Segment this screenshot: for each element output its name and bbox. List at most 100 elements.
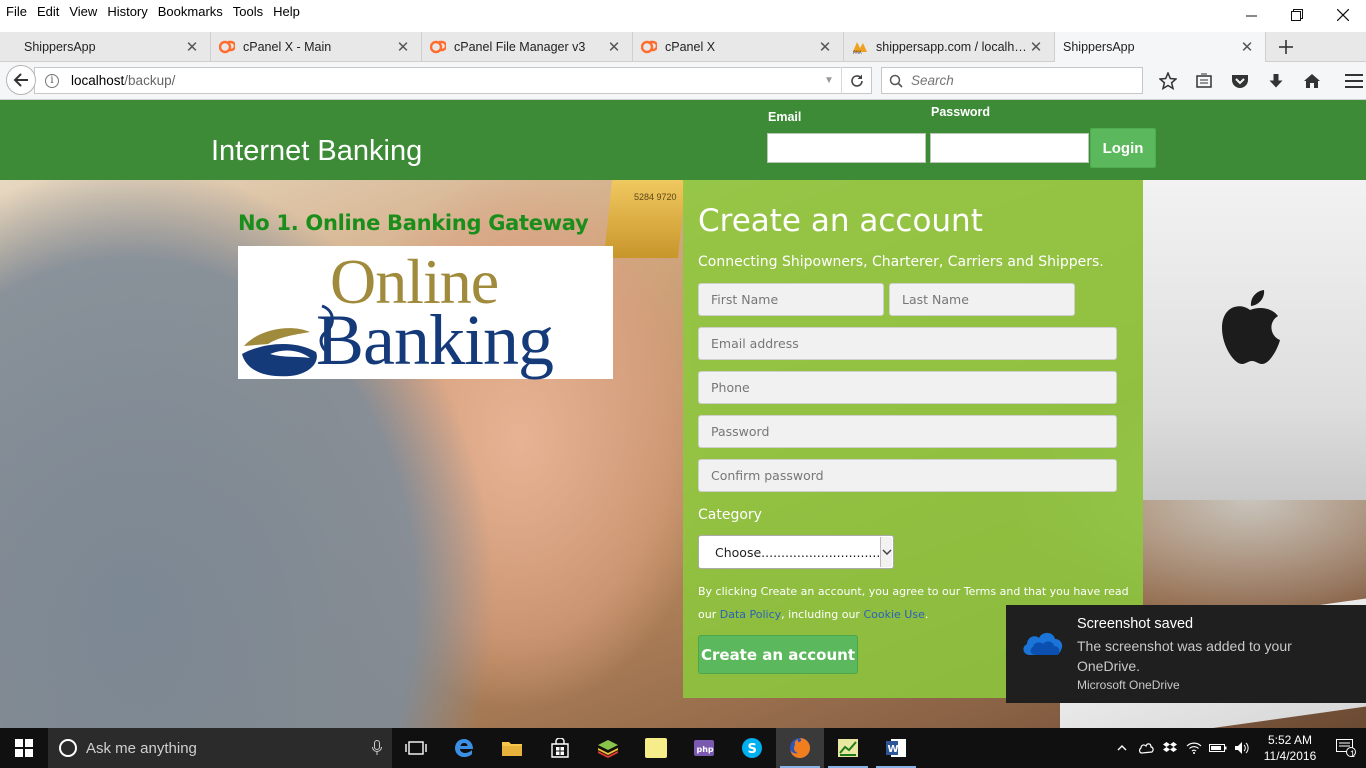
menu-file[interactable]: File — [0, 4, 32, 19]
tab-shippersapp-active[interactable]: ShippersApp ✕ — [1055, 32, 1266, 63]
windows-logo-icon — [15, 739, 33, 757]
confirm-password-input[interactable] — [698, 459, 1117, 492]
category-select[interactable]: Choose.............................. — [698, 535, 894, 569]
tab-phpmyadmin[interactable]: PMA shippersapp.com / localh… ✕ — [844, 32, 1055, 62]
hamburger-menu-icon[interactable] — [1336, 68, 1366, 94]
tab-label: cPanel X - Main — [243, 40, 332, 54]
logo-swoosh-icon — [242, 304, 334, 377]
task-view-button[interactable] — [392, 728, 440, 768]
menu-bookmarks[interactable]: Bookmarks — [153, 4, 228, 19]
taskbar-spreadsheet-app[interactable] — [824, 728, 872, 768]
tab-cpanel-x[interactable]: cPanel X ✕ — [633, 32, 844, 62]
menu-icon — [1345, 74, 1363, 88]
search-input[interactable] — [911, 73, 1131, 88]
minimize-icon — [1245, 15, 1257, 16]
volume-icon[interactable] — [1230, 728, 1254, 768]
first-name-input[interactable] — [698, 283, 884, 316]
tab-close-icon[interactable]: ✕ — [606, 38, 622, 56]
cookie-use-link[interactable]: Cookie Use — [863, 608, 924, 621]
taskbar-sticky-notes[interactable] — [632, 728, 680, 768]
taskbar-skype[interactable]: S — [728, 728, 776, 768]
login-password-input[interactable] — [930, 133, 1089, 163]
restore-button[interactable] — [1274, 0, 1320, 30]
url-dropdown-icon[interactable]: ▼ — [817, 75, 841, 86]
pocket-icon[interactable] — [1222, 68, 1258, 94]
create-account-button[interactable]: Create an account — [698, 635, 858, 674]
tab-close-icon[interactable]: ✕ — [1028, 38, 1044, 56]
window-controls — [1228, 0, 1366, 30]
svg-text:W: W — [888, 744, 899, 755]
login-email-input[interactable] — [767, 133, 926, 163]
url-text[interactable]: localhost/backup/ — [71, 73, 817, 88]
taskbar-php[interactable]: php — [680, 728, 728, 768]
reload-icon[interactable] — [841, 67, 871, 94]
cpanel-icon — [430, 40, 446, 54]
tab-shippersapp-1[interactable]: ShippersApp ✕ — [0, 32, 211, 62]
tab-cpanel-file-manager[interactable]: cPanel File Manager v3 ✕ — [422, 32, 633, 62]
reading-list-icon[interactable] — [1186, 68, 1222, 94]
password-input[interactable] — [698, 415, 1117, 448]
cortana-search-box[interactable]: Ask me anything — [48, 728, 392, 768]
system-tray: 5:52 AM 11/4/2016 1 — [1110, 728, 1366, 768]
onedrive-tray-icon[interactable] — [1134, 728, 1158, 768]
sticky-notes-icon — [645, 738, 667, 758]
clock-date: 11/4/2016 — [1263, 749, 1317, 763]
new-tab-button[interactable] — [1266, 32, 1306, 61]
tab-label: ShippersApp — [24, 40, 96, 54]
chevron-down-icon[interactable] — [880, 537, 892, 567]
task-view-icon — [405, 741, 427, 755]
login-button[interactable]: Login — [1090, 128, 1156, 168]
tab-close-icon[interactable]: ✕ — [395, 38, 411, 56]
taskbar-bluestacks[interactable] — [584, 728, 632, 768]
wifi-icon[interactable] — [1182, 728, 1206, 768]
back-button[interactable] — [6, 65, 36, 95]
data-policy-link[interactable]: Data Policy — [720, 608, 781, 621]
battery-icon[interactable] — [1206, 728, 1230, 768]
tab-close-icon[interactable]: ✕ — [184, 38, 200, 56]
search-icon — [889, 74, 903, 88]
download-arrow-icon — [1269, 74, 1283, 88]
microphone-icon[interactable] — [362, 740, 392, 756]
taskbar-clock[interactable]: 5:52 AM 11/4/2016 — [1254, 732, 1326, 764]
taskbar-edge[interactable] — [440, 728, 488, 768]
search-bar[interactable] — [881, 67, 1143, 94]
onedrive-cloud-icon — [1023, 632, 1063, 655]
plus-icon — [1279, 39, 1293, 54]
taskbar-word[interactable]: W — [872, 728, 920, 768]
last-name-input[interactable] — [889, 283, 1075, 316]
downloads-icon[interactable] — [1258, 68, 1294, 94]
info-icon[interactable]: i — [45, 73, 59, 88]
brand-title[interactable]: Internet Banking — [211, 135, 422, 168]
minimize-button[interactable] — [1228, 0, 1274, 30]
email-label: Email — [768, 110, 802, 124]
dropbox-tray-icon[interactable] — [1158, 728, 1182, 768]
pocket-glyph — [1232, 75, 1248, 88]
tab-cpanel-main[interactable]: cPanel X - Main ✕ — [211, 32, 422, 62]
taskbar-firefox[interactable] — [776, 728, 824, 768]
url-bar[interactable]: i localhost/backup/ ▼ — [34, 67, 872, 94]
close-window-button[interactable] — [1320, 0, 1366, 30]
action-center-button[interactable]: 1 — [1326, 728, 1366, 768]
firefox-icon — [790, 738, 810, 758]
menu-edit[interactable]: Edit — [32, 4, 64, 19]
cortana-placeholder: Ask me anything — [86, 739, 197, 757]
menu-help[interactable]: Help — [268, 4, 305, 19]
tagline: No 1. Online Banking Gateway — [238, 211, 589, 235]
start-button[interactable] — [0, 728, 48, 768]
taskbar-file-explorer[interactable] — [488, 728, 536, 768]
onedrive-notification[interactable]: Screenshot saved The screenshot was adde… — [1006, 605, 1366, 703]
tab-close-icon[interactable]: ✕ — [1239, 38, 1255, 56]
email-input[interactable] — [698, 327, 1117, 360]
menu-view[interactable]: View — [64, 4, 102, 19]
tray-overflow-chevron-icon[interactable] — [1110, 728, 1134, 768]
tab-close-icon[interactable]: ✕ — [817, 38, 833, 56]
home-icon[interactable] — [1294, 68, 1330, 94]
library-icon — [1196, 73, 1212, 88]
menu-bar: File Edit View History Bookmarks Tools H… — [0, 0, 1366, 22]
taskbar-store[interactable] — [536, 728, 584, 768]
phone-input[interactable] — [698, 371, 1117, 404]
close-icon — [1337, 9, 1349, 21]
menu-history[interactable]: History — [102, 4, 152, 19]
menu-tools[interactable]: Tools — [228, 4, 268, 19]
bookmark-star-icon[interactable] — [1150, 68, 1186, 94]
